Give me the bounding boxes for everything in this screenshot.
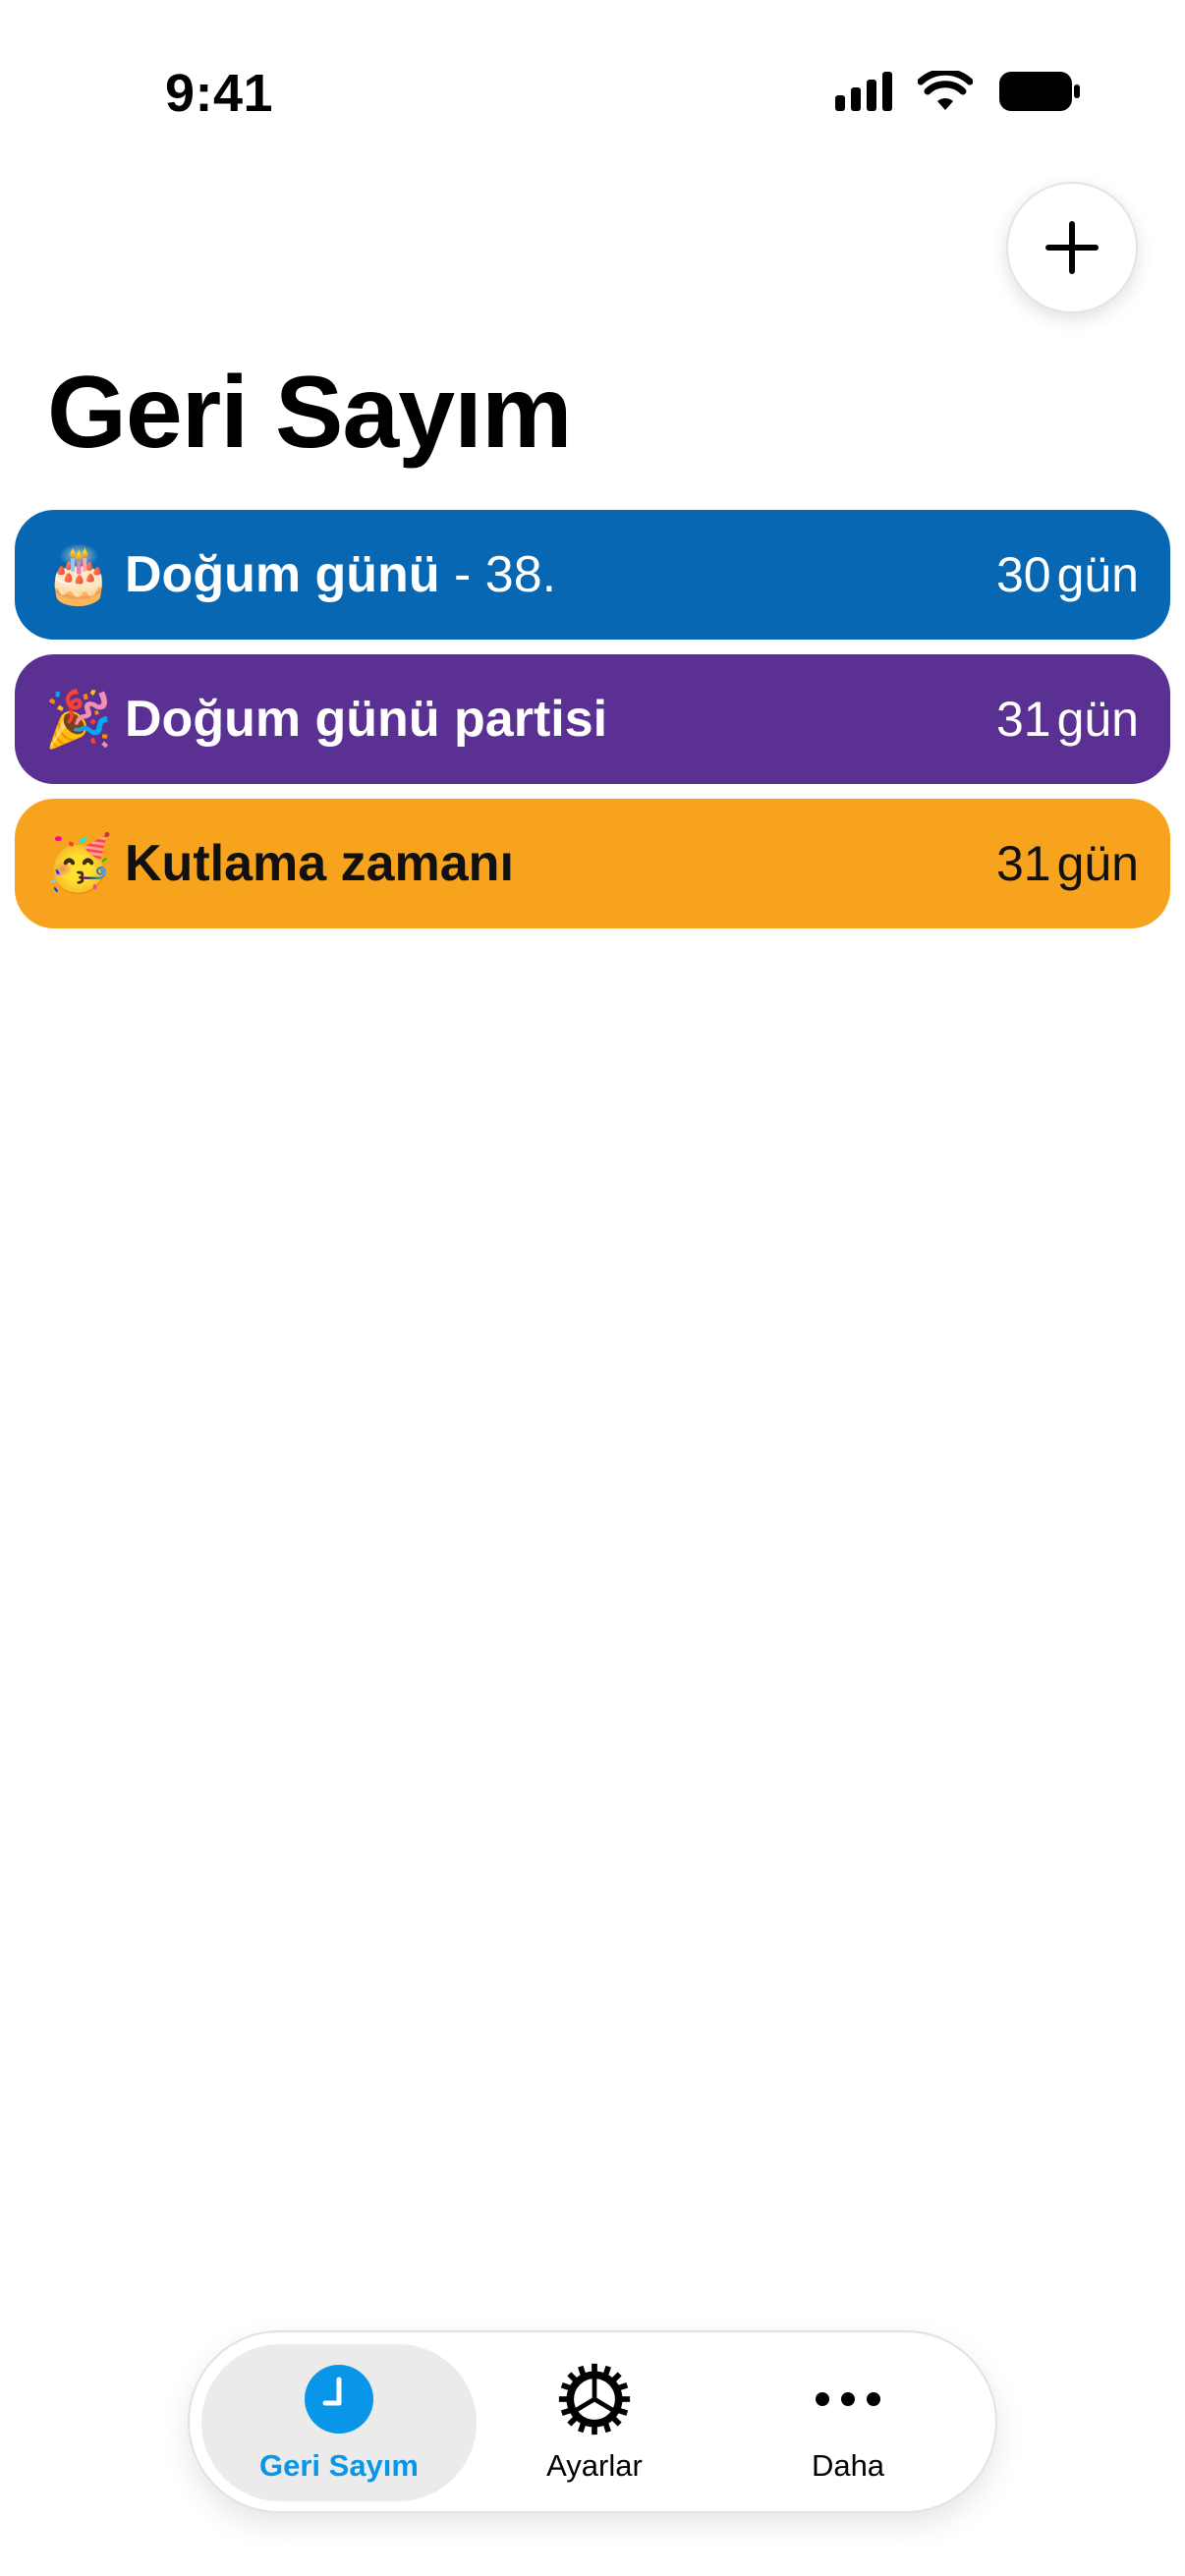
cake-emoji-icon: 🎂 [44,543,113,605]
partying-face-emoji-icon: 🥳 [44,832,113,894]
battery-icon [999,72,1080,111]
countdown-title-text: Doğum günü [125,546,440,603]
cellular-signal-icon [835,72,892,111]
tab-countdown[interactable]: Geri Sayım [201,2344,477,2501]
countdown-title: Doğum günü - 38. [125,545,996,604]
countdown-title-text: Doğum günü partisi [125,691,608,748]
days-value: 31 [995,692,1051,747]
countdown-card-birthday-party[interactable]: 🎉 Doğum günü partisi 31 gün [15,654,1170,784]
days-value: 30 [995,547,1051,602]
tab-label: Geri Sayım [259,2448,419,2483]
tab-label: Ayarlar [546,2448,643,2483]
party-popper-emoji-icon: 🎉 [44,688,113,750]
countdown-title-text: Kutlama zamanı [125,835,514,892]
add-countdown-button[interactable] [1006,182,1138,313]
countdown-title: Kutlama zamanı [125,834,996,893]
status-time: 9:41 [165,64,274,123]
days-value: 31 [995,836,1051,891]
clock-icon [302,2362,376,2436]
plus-icon [1045,221,1099,274]
tab-label: Daha [811,2448,885,2483]
status-icons [835,71,1081,112]
gear-icon [557,2362,632,2436]
countdown-list: 🎂 Doğum günü - 38. 30 gün 🎉 Doğum günü pa… [15,510,1170,943]
countdown-screen: 9:41 Geri Sayım 🎂 Doğum günü - 38. 30 gü… [0,0,1185,2576]
days-unit: gün [1056,836,1139,891]
countdown-days: 30 gün [996,546,1139,603]
tab-more[interactable]: Daha [710,2344,986,2501]
more-icon [811,2362,885,2436]
countdown-days: 31 gün [996,835,1139,892]
days-unit: gün [1056,692,1139,747]
page-title: Geri Sayım [47,356,572,470]
days-unit: gün [1056,547,1139,602]
countdown-title: Doğum günü partisi [125,690,996,749]
countdown-subtitle: - 38. [439,546,557,603]
countdown-card-celebration[interactable]: 🥳 Kutlama zamanı 31 gün [15,799,1170,928]
countdown-card-birthday[interactable]: 🎂 Doğum günü - 38. 30 gün [15,510,1170,640]
wifi-icon [918,71,973,110]
tab-settings[interactable]: Ayarlar [457,2344,732,2501]
countdown-days: 31 gün [996,691,1139,748]
tab-bar: Geri Sayım Ayarlar Daha [188,2330,997,2513]
